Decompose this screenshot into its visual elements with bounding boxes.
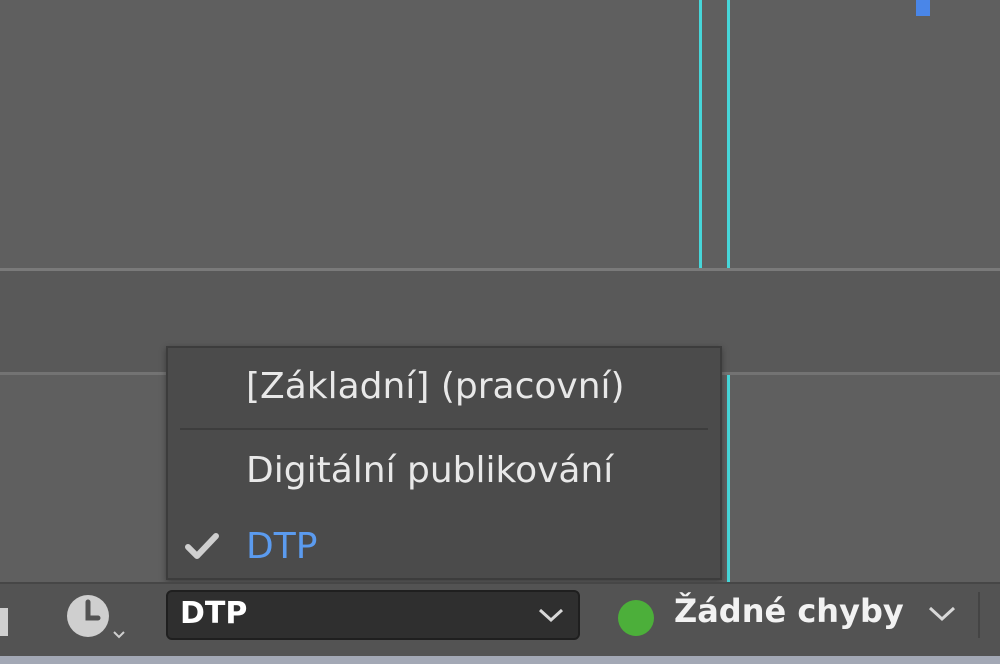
guide-line[interactable] <box>727 0 730 270</box>
menu-item-label: Digitální publikování <box>246 449 614 491</box>
chevron-down-icon <box>538 608 564 623</box>
preflight-status[interactable]: Žádné chyby <box>610 590 980 642</box>
window-bottom-edge <box>0 656 1000 664</box>
status-bar-control[interactable] <box>0 608 8 636</box>
menu-item-workspace-selected[interactable]: DTP <box>168 516 720 576</box>
status-ok-icon <box>618 600 654 636</box>
workspace-menu: [Základní] (pracovní) Digitální publikov… <box>166 346 722 580</box>
divider <box>978 592 980 638</box>
selection-handle[interactable] <box>916 0 930 16</box>
menu-item-label: DTP <box>246 525 318 567</box>
clock-history-icon[interactable] <box>64 592 130 642</box>
chevron-down-icon[interactable] <box>928 604 956 624</box>
workspace-select-value: DTP <box>180 596 248 631</box>
menu-item-label: [Základní] (pracovní) <box>246 365 625 407</box>
workspace-select[interactable]: DTP <box>166 590 580 640</box>
status-bar: DTP Žádné chyby <box>0 582 1000 656</box>
guide-line[interactable] <box>727 375 730 582</box>
menu-item-workspace[interactable]: Digitální publikování <box>168 440 720 500</box>
guide-line[interactable] <box>699 0 702 270</box>
checkmark-icon <box>185 533 219 559</box>
menu-separator <box>180 428 708 430</box>
preflight-status-text: Žádné chyby <box>674 592 904 630</box>
menu-item-workspace[interactable]: [Základní] (pracovní) <box>168 356 720 416</box>
